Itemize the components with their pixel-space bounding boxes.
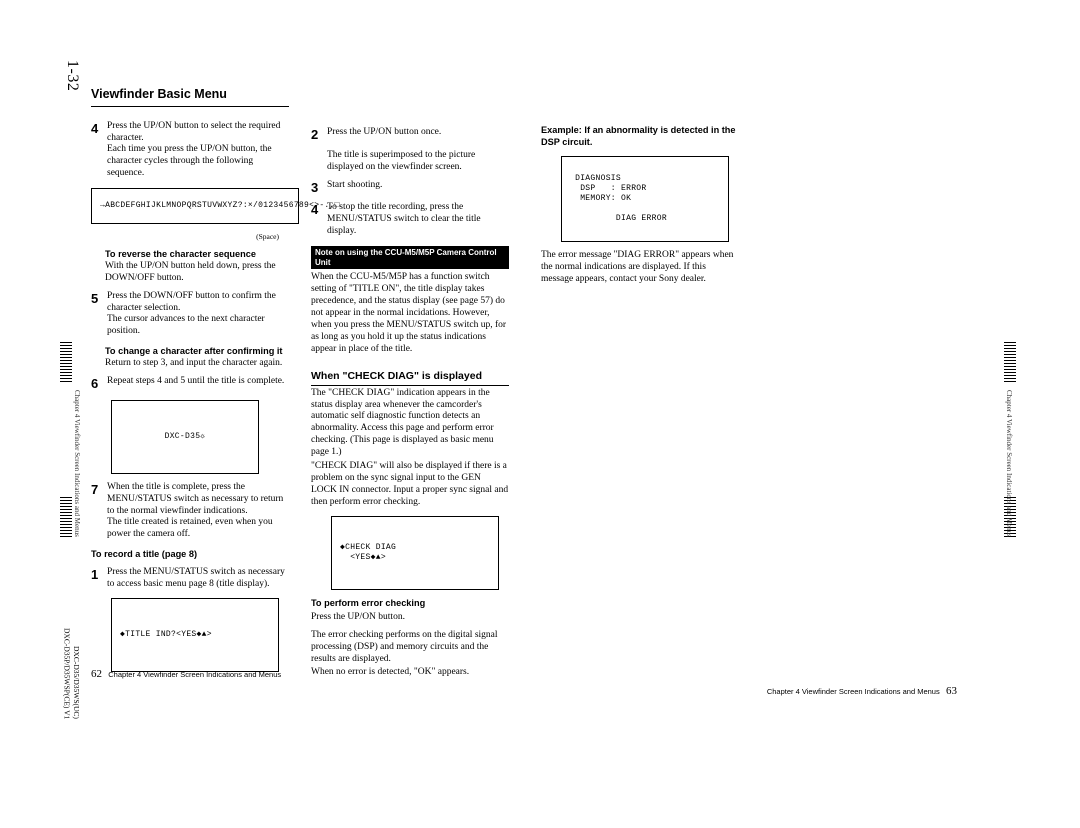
page-62: Viewfinder Basic Menu 4 Press the UP/ON … (91, 87, 521, 681)
col-3: Example: If an abnormality is detected i… (541, 125, 739, 288)
page-footer-62: 62 Chapter 4 Viewfinder Screen Indicatio… (91, 668, 281, 682)
record-title-head: To record a title (page 8) (91, 549, 289, 561)
figure-char-sequence: →ABCDEFGHIJKLMNOPQRSTUVWXYZ?:×/012345678… (91, 188, 299, 224)
note-bar: Note on using the CCU-M5/M5P Camera Cont… (311, 246, 509, 269)
figure-dxc: DXC-D35☼ (111, 400, 259, 474)
perform-error-head: To perform error checking (311, 598, 509, 610)
col-2: 2 Press the UP/ON button once. The title… (311, 121, 509, 682)
page-63: Example: If an abnormality is detected i… (541, 125, 971, 288)
figure-check-diag: ◆CHECK DIAG <YES◆▲> (331, 516, 499, 590)
col-1: 4 Press the UP/ON button to select the r… (91, 115, 289, 682)
example-heading: Example: If an abnormality is detected i… (541, 125, 739, 148)
page-spread: Viewfinder Basic Menu 4 Press the UP/ON … (55, 55, 1025, 685)
page-title: Viewfinder Basic Menu (91, 87, 521, 103)
figure-title-ind: ◆TITLE IND?<YES◆▲> (111, 598, 279, 672)
check-diag-heading: When "CHECK DIAG" is displayed (311, 370, 509, 386)
figure-diagnosis: DIAGNOSIS DSP : ERROR MEMORY: OK DIAG ER… (561, 156, 729, 242)
